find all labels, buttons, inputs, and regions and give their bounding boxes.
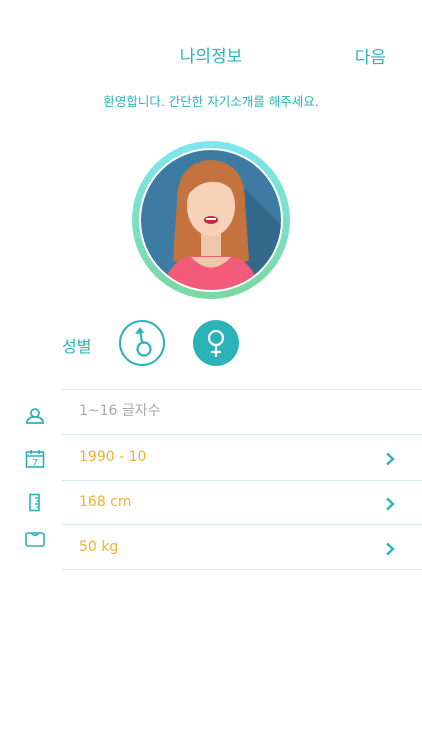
chevron-right-icon — [384, 451, 396, 466]
gender-label: 성별 — [62, 337, 92, 356]
gender-female-button[interactable] — [192, 319, 240, 367]
gender-male-button[interactable] — [118, 319, 166, 367]
ruler-icon — [24, 493, 46, 513]
chevron-right-icon — [384, 496, 396, 511]
male-symbol-icon — [119, 320, 165, 366]
height-value: 168 cm — [79, 494, 132, 510]
nickname-input[interactable] — [79, 399, 359, 423]
scale-icon — [24, 529, 46, 549]
next-button[interactable]: 다음 — [355, 43, 386, 68]
profile-screen: 나의정보 다음 환영합니다. 간단한 자기소개를 해주세요. 성별 1~16 글… — [0, 0, 422, 750]
calendar-icon: 7 — [24, 449, 46, 469]
row-divider — [62, 434, 422, 435]
birth-value: 1990 - 10 — [79, 449, 147, 465]
user-icon — [24, 406, 46, 426]
female-symbol-icon — [193, 320, 239, 366]
row-divider — [62, 389, 422, 390]
welcome-message: 환영합니다. 간단한 자기소개를 해주세요. — [103, 94, 319, 109]
chevron-right-icon — [384, 541, 396, 556]
female-avatar-icon — [132, 141, 290, 299]
avatar[interactable] — [131, 140, 291, 300]
svg-text:7: 7 — [32, 459, 38, 469]
row-divider — [62, 569, 422, 570]
weight-value: 50 kg — [79, 539, 119, 555]
